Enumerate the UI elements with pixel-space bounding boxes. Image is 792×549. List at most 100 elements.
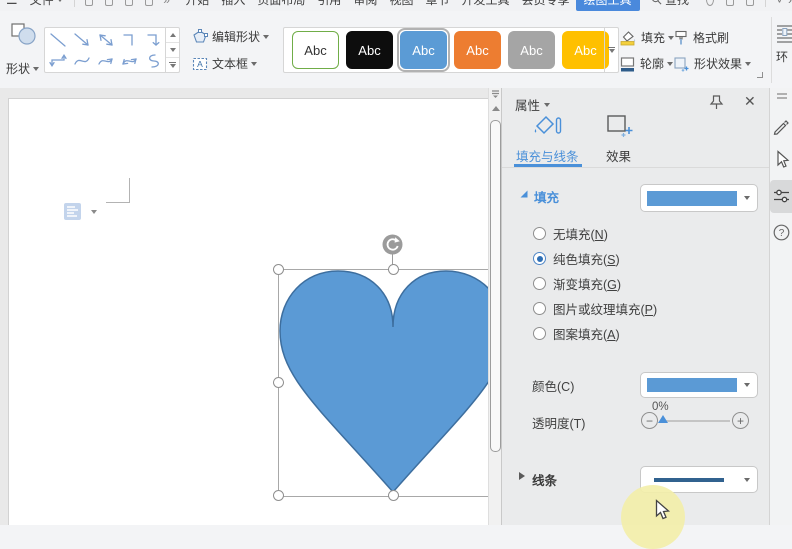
fill-option-A[interactable]: 图案填充(A) <box>533 324 620 343</box>
edit-shape-button[interactable]: 编辑形状 <box>192 28 269 45</box>
radio-button[interactable] <box>533 327 546 340</box>
find-button[interactable]: 查找 <box>645 0 695 8</box>
document-page[interactable] <box>8 98 489 525</box>
resize-handle-top-left[interactable] <box>273 264 284 275</box>
radio-button[interactable] <box>533 277 546 290</box>
fill-option-S[interactable]: 纯色填充(S) <box>533 249 620 268</box>
document-canvas[interactable] <box>0 88 501 525</box>
fill-section-header[interactable]: 填充 <box>534 187 559 206</box>
collapse-fill-icon[interactable] <box>519 189 529 199</box>
color-dropdown[interactable] <box>640 372 758 398</box>
diagonal-double-arrow-icon[interactable] <box>96 32 116 48</box>
style-preset-3[interactable]: Abc <box>400 31 447 69</box>
quick-format-icon[interactable] <box>770 118 792 135</box>
transparency-slider-track[interactable] <box>662 420 730 422</box>
fill-button[interactable]: 填充 <box>619 29 674 46</box>
ribbon-tab-引用[interactable]: 引用 <box>311 0 347 10</box>
elbow-double-arrow-connector-icon[interactable] <box>48 53 68 69</box>
tab-effects[interactable] <box>606 111 634 140</box>
wrap-button[interactable]: 环 <box>776 24 792 65</box>
style-preset-6[interactable]: Abc <box>562 31 609 69</box>
select-tool-icon[interactable] <box>770 150 792 169</box>
ribbon-tab-插入[interactable]: 插入 <box>215 0 251 10</box>
ruler-toggle-icon[interactable] <box>491 90 500 98</box>
transparency-decrease-button[interactable]: − <box>641 412 658 429</box>
freeform-s-curve-icon[interactable] <box>144 53 164 69</box>
expand-line-icon[interactable] <box>519 472 525 480</box>
gallery-scroll-up-button[interactable] <box>166 28 179 43</box>
gallery-more-button[interactable] <box>166 58 179 72</box>
style-preset-4[interactable]: Abc <box>454 31 501 69</box>
preview-icon[interactable] <box>125 0 133 6</box>
file-menu[interactable]: 文件 <box>24 0 69 8</box>
line-section-header[interactable]: 线条 <box>532 470 557 489</box>
shape-style-gallery[interactable]: AbcAbcAbcAbcAbcAbc <box>283 27 619 73</box>
dialog-launcher-icon[interactable] <box>757 72 763 78</box>
side-toolbar: ? <box>769 88 792 525</box>
scrollbar-thumb[interactable] <box>490 120 501 452</box>
paste-options-button[interactable] <box>63 202 97 221</box>
window-mode-icon[interactable] <box>746 0 754 6</box>
resize-handle-bottom-center[interactable] <box>388 490 399 501</box>
diagonal-line-icon[interactable] <box>48 32 68 48</box>
share-icon[interactable] <box>726 0 734 6</box>
sync-icon[interactable] <box>706 0 714 6</box>
rotate-handle[interactable] <box>382 234 403 255</box>
ribbon-tab-审阅[interactable]: 审阅 <box>347 0 383 10</box>
curved-connector-icon[interactable] <box>72 53 92 69</box>
format-painter-button[interactable]: 格式刷 <box>673 29 729 46</box>
gallery-scroll-down-button[interactable] <box>166 43 179 58</box>
ribbon-tab-会员专享[interactable]: 会员专享 <box>515 0 575 10</box>
shapes-button[interactable]: 形状 <box>2 15 44 77</box>
main-menu-icon[interactable]: ☰ <box>0 0 24 8</box>
tab-effects-label[interactable]: 效果 <box>606 146 631 165</box>
panel-handle-icon[interactable] <box>770 92 792 100</box>
scroll-up-button[interactable] <box>492 106 500 111</box>
undo-icon[interactable] <box>145 0 153 6</box>
ribbon-tab-开发工具[interactable]: 开发工具 <box>455 0 515 10</box>
fill-option-P[interactable]: 图片或纹理填充(P) <box>533 299 657 318</box>
fill-option-G[interactable]: 渐变填充(G) <box>533 274 621 293</box>
ribbon-tab-开始[interactable]: 开始 <box>179 0 215 10</box>
properties-tool-icon[interactable] <box>770 188 792 204</box>
elbow-arrow-connector-icon[interactable] <box>144 32 164 48</box>
resize-handle-bottom-left[interactable] <box>273 490 284 501</box>
resize-handle-middle-left[interactable] <box>273 377 284 388</box>
style-gallery-more-button[interactable] <box>605 28 618 72</box>
collapse-ribbon-icon[interactable]: ˅ <box>776 0 783 7</box>
save-icon[interactable] <box>85 0 93 6</box>
curved-arrow-connector-icon[interactable] <box>96 53 116 69</box>
tab-fill-and-line-label[interactable]: 填充与线条 <box>516 146 579 165</box>
radio-button[interactable] <box>533 252 546 265</box>
tab-fill-and-line[interactable] <box>530 110 564 140</box>
fill-color-dropdown[interactable] <box>640 184 758 212</box>
elbow-connector-icon[interactable] <box>120 32 140 48</box>
curved-double-arrow-connector-icon[interactable] <box>120 53 140 69</box>
pin-icon[interactable] <box>708 94 725 111</box>
shape-gallery[interactable] <box>44 27 180 73</box>
help-icon[interactable]: ? <box>770 224 792 241</box>
ribbon-tab-视图[interactable]: 视图 <box>383 0 419 10</box>
transparency-label: 透明度(T) <box>532 413 585 432</box>
fill-option-N[interactable]: 无填充(N) <box>533 224 608 243</box>
radio-button[interactable] <box>533 302 546 315</box>
ribbon-tab-页面布局[interactable]: 页面布局 <box>251 0 311 10</box>
style-preset-1[interactable]: Abc <box>292 31 339 69</box>
diagonal-arrow-icon[interactable] <box>72 32 92 48</box>
text-box-button[interactable]: A 文本框 <box>192 55 257 72</box>
transparency-increase-button[interactable]: + <box>732 412 749 429</box>
outline-button[interactable]: 轮廓 <box>619 55 673 72</box>
style-preset-2[interactable]: Abc <box>346 31 393 69</box>
style-preset-5[interactable]: Abc <box>508 31 555 69</box>
more-icon[interactable]: › <box>788 0 792 7</box>
vertical-scrollbar[interactable] <box>488 88 502 525</box>
transparency-slider-thumb[interactable] <box>658 415 668 423</box>
ribbon-tab-active[interactable]: 绘图工具 <box>576 0 640 11</box>
radio-button[interactable] <box>533 227 546 240</box>
ribbon-tab-章节[interactable]: 章节 <box>419 0 455 10</box>
print-icon[interactable] <box>105 0 113 6</box>
close-icon[interactable]: ✕ <box>744 93 756 110</box>
resize-handle-top-center[interactable] <box>388 264 399 275</box>
quick-access-more-icon[interactable]: » <box>163 0 170 7</box>
shape-effects-button[interactable]: 形状效果 <box>673 55 751 72</box>
